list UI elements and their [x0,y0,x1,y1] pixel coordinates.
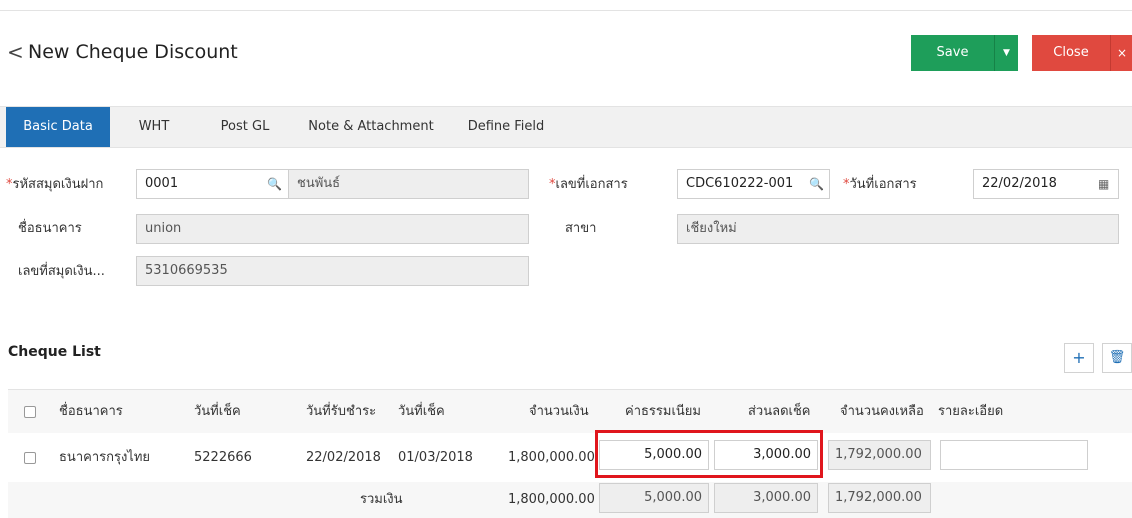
tab-post-gl[interactable]: Post GL [206,107,284,147]
add-row-button[interactable]: + [1064,343,1094,373]
bank-field: union [136,214,529,244]
col-amount: จำนวนเงิน [529,404,589,419]
highlight-box [595,430,823,478]
row-amount: 1,800,000.00 [508,450,595,465]
total-remaining-field: 1,792,000.00 [828,483,931,513]
doc-no-input[interactable]: CDC610222-001 [677,169,830,199]
total-discount-field: 3,000.00 [714,483,818,513]
bank-label: ชื่อธนาคาร [18,221,82,236]
col-fee: ค่าธรรมเนียม [625,404,701,419]
select-all-checkbox[interactable] [24,406,36,418]
tab-note-attachment[interactable]: Note & Attachment [296,107,446,147]
col-remaining: จำนวนคงเหลือ [840,404,924,419]
row-cheque-no: 5222666 [194,450,252,465]
calendar-icon[interactable]: ▦ [1098,170,1109,198]
doc-no-label: *เลขที่เอกสาร [549,177,628,192]
tab-define-field[interactable]: Define Field [456,107,556,147]
doc-date-label: *วันที่เอกสาร [843,177,917,192]
total-fee-field: 5,000.00 [599,483,709,513]
tab-wht[interactable]: WHT [124,107,184,147]
branch-label: สาขา [565,221,597,236]
col-cheque-no: วันที่เช็ค [194,404,241,419]
save-button[interactable]: Save [911,35,994,71]
branch-field: เชียงใหม่ [677,214,1119,244]
save-dropdown-icon[interactable]: ▼ [994,35,1018,71]
search-icon[interactable]: 🔍 [267,170,282,198]
row-checkbox[interactable] [24,452,36,464]
cheque-list-title: Cheque List [8,344,101,360]
close-x-icon[interactable]: × [1110,35,1132,71]
col-receive-date: วันที่รับชำระ [306,404,377,419]
account-no-label: เลขที่สมุดเงิน... [18,264,105,279]
col-bank: ชื่อธนาคาร [59,404,123,419]
total-label: รวมเงิน [360,492,403,507]
back-icon[interactable]: < [7,40,24,64]
row-detail-input[interactable] [940,440,1088,470]
col-detail: รายละเอียด [938,404,1004,419]
book-code-label: *รหัสสมุดเงินฝาก [6,177,104,192]
tab-basic-data[interactable]: Basic Data [6,107,110,147]
page-title: New Cheque Discount [28,41,238,63]
delete-row-icon[interactable]: 🗑 [1102,343,1132,373]
row-receive-date: 22/02/2018 [306,450,381,465]
search-icon[interactable]: 🔍 [809,170,824,198]
top-divider [0,10,1132,11]
row-bank: ธนาคารกรุงไทย [59,450,151,465]
close-button[interactable]: Close [1032,35,1110,71]
row-remaining-field: 1,792,000.00 [828,440,931,470]
row-cheque-date: 01/03/2018 [398,450,473,465]
col-discount: ส่วนลดเช็ค [748,404,811,419]
col-cheque-date: วันที่เช็ค [398,404,445,419]
total-amount: 1,800,000.00 [508,492,595,507]
account-no-field: 5310669535 [136,256,529,286]
book-name-field: ชนพันธ์ [288,169,529,199]
